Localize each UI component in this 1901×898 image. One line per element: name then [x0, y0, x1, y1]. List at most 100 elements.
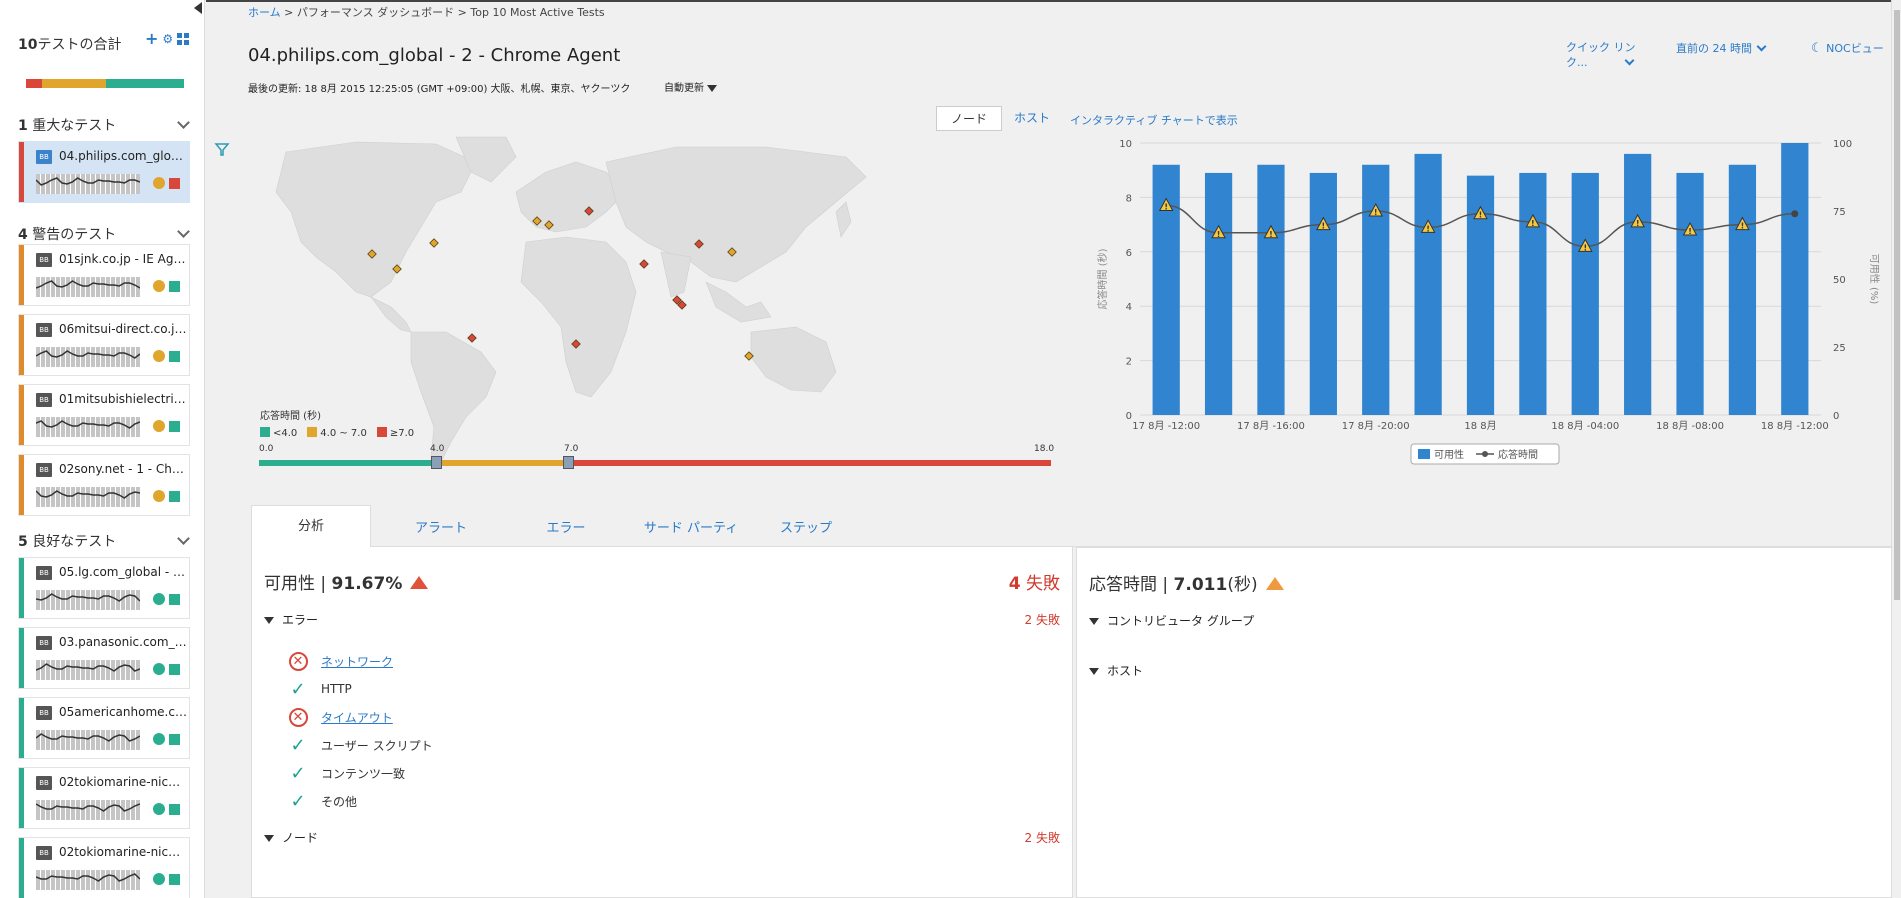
group-warning-heading[interactable]: 4 警告のテスト: [18, 224, 198, 244]
host-section-toggle[interactable]: ホスト: [1089, 662, 1143, 679]
errors-section-toggle[interactable]: エラー: [264, 611, 318, 628]
page-scrollbar[interactable]: [1891, 0, 1901, 898]
breadcrumb-dashboard[interactable]: パフォーマンス ダッシュボード: [297, 6, 454, 19]
sparkline: [36, 660, 140, 680]
availability-bar: [1414, 153, 1442, 415]
main-content: ホーム > パフォーマンス ダッシュボード > Top 10 Most Acti…: [206, 0, 1901, 898]
contributor-group-toggle[interactable]: コントリビュータ グループ: [1089, 612, 1254, 629]
grid-view-icon[interactable]: [177, 33, 190, 45]
y2-tick-label: 100: [1833, 139, 1852, 150]
test-card[interactable]: BB 03.panasonic.com_global: [18, 627, 190, 689]
up-triangle-icon: [1265, 577, 1284, 590]
scale-threshold-1-label: 4.0: [430, 444, 445, 454]
test-card-name: 05.lg.com_global - 3 - Chrome: [59, 565, 187, 579]
total-tests-heading: 10テストの合計: [18, 37, 122, 53]
error-row-timeout: ✕ タイムアウト: [287, 706, 393, 728]
node-section-toggle[interactable]: ノード: [264, 829, 318, 846]
y2-tick-label: 50: [1833, 275, 1846, 286]
tab-third-party[interactable]: サード パーティ: [631, 517, 751, 536]
breadcrumb: ホーム > パフォーマンス ダッシュボード > Top 10 Most Acti…: [248, 6, 605, 19]
test-card-name: 01sjnk.co.jp - IE Agent: [59, 252, 187, 266]
node-fail-count: 2 失敗: [1024, 831, 1060, 845]
sparkline: [36, 487, 140, 507]
browser-agent-icon: BB: [36, 463, 52, 477]
collapse-sidebar-icon[interactable]: [194, 2, 202, 14]
fail-icon: ✕: [288, 707, 308, 727]
availability-heading: 可用性 | 91.67%: [264, 569, 429, 594]
summary-status-bar: [26, 79, 184, 88]
filter-icon[interactable]: [214, 143, 230, 156]
warning-mark: !: [1164, 203, 1168, 212]
test-card[interactable]: BB 05americanhome.co.jp: [18, 697, 190, 759]
legend-swatch-response-dot: [1482, 451, 1488, 457]
warning-mark: !: [1688, 227, 1692, 236]
status-dot: [153, 733, 165, 745]
warning-mark: !: [1322, 222, 1326, 231]
y-axis-title: 応答時間 (秒): [1096, 248, 1109, 309]
test-card[interactable]: BB 02sony.net - 1 - Chrome Agent: [18, 454, 190, 516]
sparkline: [36, 417, 140, 437]
chevron-down-icon[interactable]: [177, 532, 190, 545]
test-card-name: 03.panasonic.com_global: [59, 635, 187, 649]
test-card[interactable]: BB 02tokiomarine-nichido: [18, 767, 190, 829]
view-toggle: ノード ホスト: [936, 106, 1062, 131]
y2-tick-label: 0: [1833, 411, 1839, 422]
test-card-name: 02tokiomarine-nichido: [59, 775, 187, 789]
host-toggle-button[interactable]: ホスト: [1002, 106, 1062, 131]
timeout-link[interactable]: タイムアウト: [321, 709, 393, 726]
warning-mark: !: [1636, 219, 1640, 228]
warning-mark: !: [1531, 219, 1535, 228]
warning-mark: !: [1426, 224, 1430, 233]
test-card[interactable]: BB 02tokiomarine-nichido: [18, 837, 190, 898]
status-dot: [153, 350, 165, 362]
y2-tick-label: 75: [1833, 207, 1846, 218]
fail-total: 4 失敗: [1008, 574, 1060, 594]
interactive-chart-link[interactable]: インタラクティブ チャートで表示: [1070, 112, 1238, 128]
chevron-down-icon[interactable]: [177, 116, 190, 129]
availability-bar: [1624, 153, 1652, 415]
x-tick-label: 17 8月 -16:00: [1237, 420, 1305, 432]
sparkline: [36, 347, 140, 367]
quick-link-dropdown[interactable]: クイック リン ク...: [1566, 40, 1636, 70]
legend-swatch-availability: [1418, 449, 1430, 459]
analysis-tabs: 分析 アラート エラー サード パーティ ステップ: [251, 505, 1896, 548]
threshold-2-handle[interactable]: [563, 456, 574, 469]
node-toggle-button[interactable]: ノード: [936, 106, 1002, 131]
test-card-name: 02sony.net - 1 - Chrome Agent: [59, 462, 187, 476]
test-card[interactable]: BB 01sjnk.co.jp - IE Agent: [18, 244, 190, 306]
gear-icon[interactable]: ⚙: [162, 32, 173, 46]
test-card[interactable]: BB 06mitsui-direct.co.jp - IE Agent: [18, 314, 190, 376]
availability-bar: [1571, 172, 1599, 415]
status-square: [169, 664, 180, 675]
status-dot: [153, 803, 165, 815]
add-icon[interactable]: +: [145, 31, 158, 47]
up-triangle-icon: [410, 576, 429, 589]
response-time-panel: 応答時間 | 7.011(秒) コントリビュータ グループ ホスト: [1076, 547, 1896, 898]
test-card[interactable]: BB 01mitsubishielectric_co_jp: [18, 384, 190, 446]
status-square: [169, 421, 180, 432]
breadcrumb-home-link[interactable]: ホーム: [248, 6, 281, 19]
chevron-down-icon: [1624, 55, 1634, 66]
availability-bar: [1519, 172, 1547, 415]
availability-bar: [1728, 164, 1757, 415]
availability-bar: [1309, 172, 1337, 415]
chevron-down-icon[interactable]: [177, 225, 190, 238]
noc-view-button[interactable]: ☾ NOCビュー: [1811, 40, 1884, 56]
test-card[interactable]: BB 04.philips.com_global - 2 - Chrome Age…: [18, 141, 190, 203]
x-tick-label: 17 8月 -12:00: [1132, 420, 1200, 432]
group-critical-heading[interactable]: 1 重大なテスト: [18, 115, 198, 135]
tab-alerts[interactable]: アラート: [381, 517, 501, 536]
threshold-1-handle[interactable]: [431, 456, 442, 469]
network-link[interactable]: ネットワーク: [321, 653, 393, 670]
time-range-dropdown[interactable]: 直前の 24 時間: [1676, 40, 1767, 56]
sidebar: 10テストの合計 + ⚙ 1 重大なテスト 4 警告のテスト 5 良好なテスト …: [0, 0, 205, 898]
tab-analysis[interactable]: 分析: [251, 505, 371, 548]
group-good-heading[interactable]: 5 良好なテスト: [18, 531, 198, 551]
x-tick-label: 18 8月 -12:00: [1761, 420, 1829, 432]
test-card[interactable]: BB 05.lg.com_global - 3 - Chrome: [18, 557, 190, 619]
auto-refresh-dropdown[interactable]: 自動更新: [664, 79, 717, 94]
tab-steps[interactable]: ステップ: [746, 517, 866, 536]
tab-errors[interactable]: エラー: [506, 517, 626, 536]
y2-tick-label: 25: [1833, 343, 1846, 354]
browser-agent-icon: BB: [36, 150, 52, 164]
